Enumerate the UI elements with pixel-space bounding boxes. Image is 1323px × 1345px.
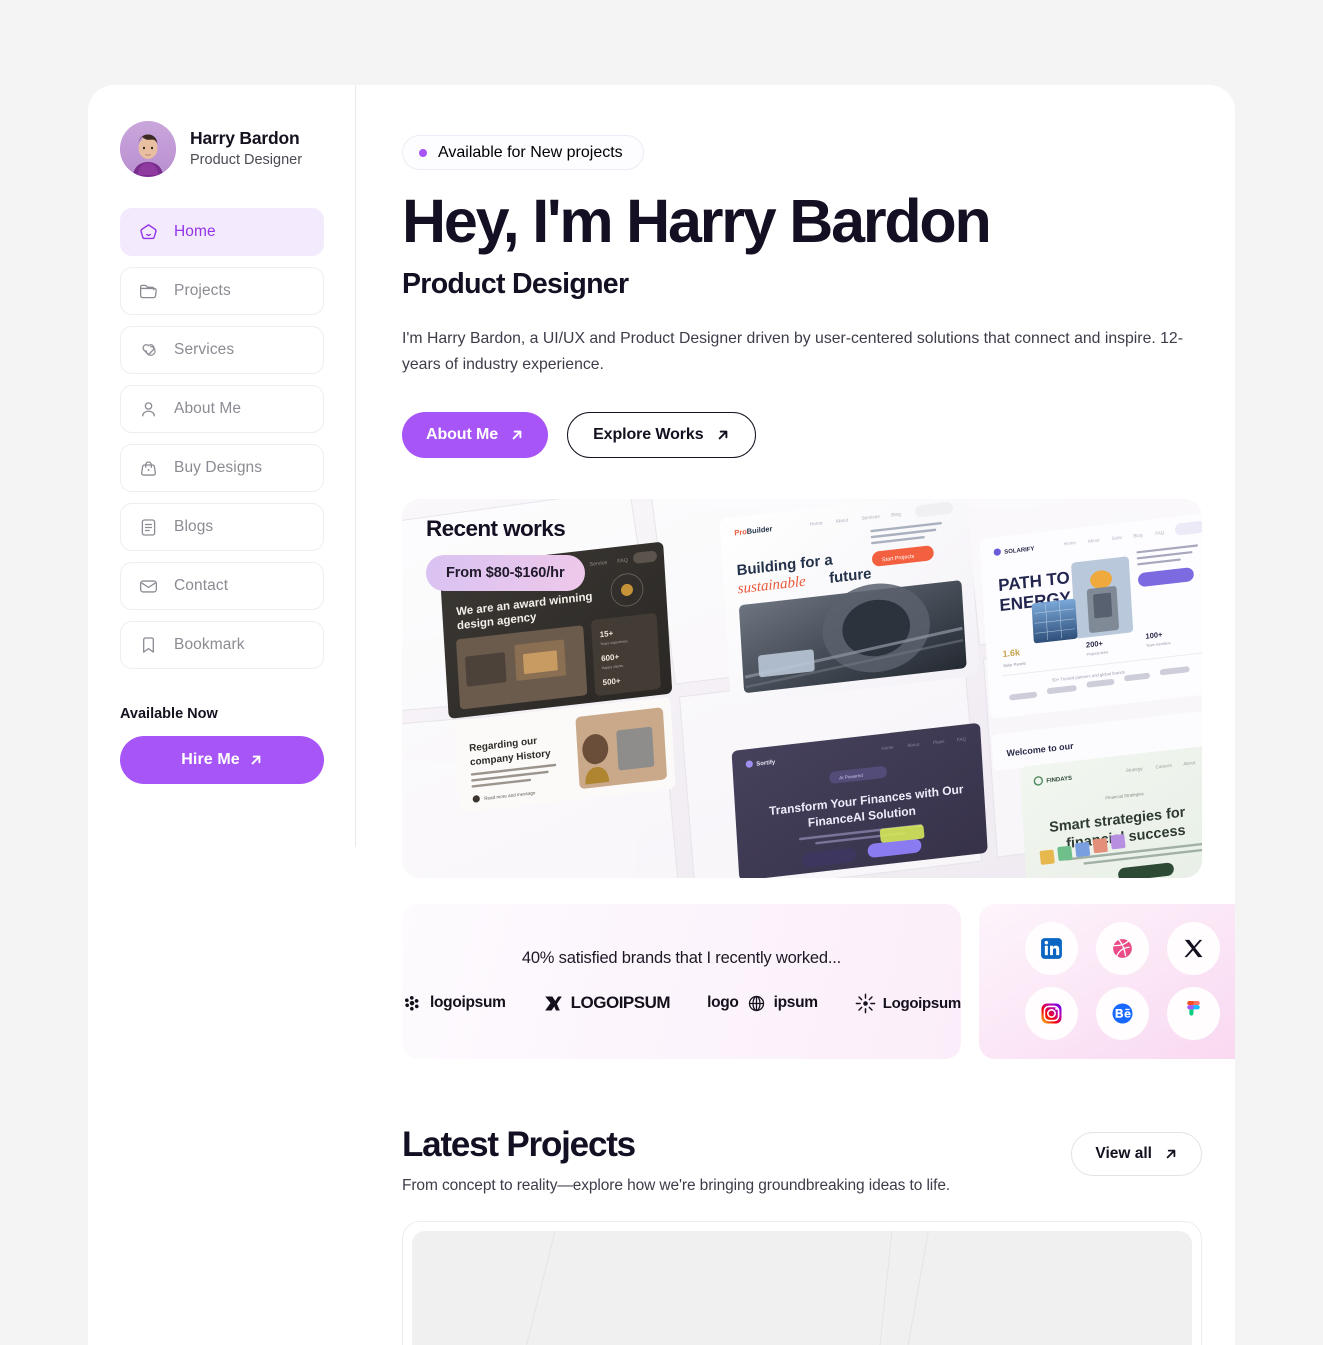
profile-name: Harry Bardon (190, 128, 300, 149)
project-card[interactable] (402, 1220, 1202, 1345)
sidebar-item-label: Buy Designs (174, 459, 263, 476)
hero-subtitle: Product Designer (402, 267, 629, 300)
socials-row-bottom (1025, 987, 1221, 1041)
recent-works-header: Recent works From $80-$160/hr (426, 516, 585, 591)
bookmark-icon (138, 635, 159, 656)
sidebar-item-services[interactable]: Services (120, 326, 324, 374)
dribbble-icon (1110, 936, 1135, 961)
brands-heading: 40% satisfied brands that I recently wor… (521, 948, 841, 967)
brand-logo: LOGOIPSUM (543, 993, 671, 1014)
brand-logo: logo ipsum (707, 993, 818, 1014)
view-all-label: View all (1095, 1144, 1152, 1162)
recent-works-title: Recent works (426, 515, 566, 541)
x-twitter-icon (1182, 937, 1205, 960)
brands-logos: logoipsum LOGOIPSUM logo ipsum Logoipsum (402, 993, 961, 1014)
svg-text:15+: 15+ (599, 629, 613, 640)
profile-role: Product Designer (190, 151, 303, 168)
sidebar-item-contact[interactable]: Contact (120, 562, 324, 610)
dots-cluster-icon (402, 993, 423, 1014)
hero-actions: About Me Explore Works (402, 411, 1202, 458)
hire-me-button[interactable]: Hire Me (120, 736, 324, 784)
sidebar-item-home[interactable]: Home (120, 208, 324, 256)
brands-socials-row: 40% satisfied brands that I recently wor… (402, 903, 1235, 1059)
brand-name-logo: logo (707, 994, 739, 1012)
latest-projects-subtitle: From concept to reality—explore how we'r… (402, 1176, 951, 1194)
socials-row-top (1025, 922, 1221, 976)
availability-badge: Available for New projects (402, 135, 644, 170)
sunburst-icon (855, 993, 876, 1014)
hire-me-label: Hire Me (181, 751, 240, 768)
document-icon (138, 517, 159, 538)
hero-paragraph: I'm Harry Bardon, a UI/UX and Product De… (402, 329, 1183, 374)
brand-logo: logoipsum (402, 993, 506, 1014)
envelope-icon (138, 576, 159, 597)
person-icon (138, 399, 159, 420)
available-now-label: Available Now (120, 706, 218, 722)
about-me-button[interactable]: About Me (402, 411, 549, 458)
availability-block: Available Now Hire Me (88, 680, 356, 784)
sidebar-item-label: Contact (174, 577, 229, 594)
recent-works-card[interactable]: Visency TopAboutServiceFAQ We are an awa… (402, 498, 1202, 878)
sidebar: Harry Bardon Product Designer Home Proje… (88, 85, 356, 1345)
brand-name: logoipsum (430, 994, 506, 1012)
behance-icon (1110, 1001, 1135, 1026)
linkedin-button[interactable] (1025, 922, 1079, 976)
sidebar-item-blogs[interactable]: Blogs (120, 503, 324, 551)
svg-text:Blog: Blog (891, 511, 901, 518)
sidebar-item-label: Projects (174, 282, 231, 299)
brands-card: 40% satisfied brands that I recently wor… (402, 903, 961, 1059)
sidebar-item-projects[interactable]: Projects (120, 267, 324, 315)
sidebar-item-label: Blogs (174, 518, 214, 535)
project-card-preview (412, 1230, 1192, 1345)
globe-icon (746, 993, 767, 1014)
brand-name-ipsum: ipsum (773, 994, 818, 1012)
sidebar-item-label: Home (174, 223, 216, 240)
sidebar-item-label: Bookmark (174, 636, 245, 653)
figma-button[interactable] (1167, 987, 1221, 1041)
view-all-button[interactable]: View all (1071, 1131, 1202, 1176)
latest-projects-title: Latest Projects (402, 1124, 636, 1164)
arrow-up-right-icon (249, 753, 263, 767)
sidebar-item-buy-designs[interactable]: Buy Designs (120, 444, 324, 492)
profile-block: Harry Bardon Product Designer (88, 121, 356, 177)
about-me-label: About Me (426, 425, 499, 443)
price-pill: From $80-$160/hr (426, 554, 585, 591)
latest-projects-section: Latest Projects From concept to reality—… (402, 1125, 1202, 1345)
explore-works-button[interactable]: Explore Works (567, 411, 756, 458)
behance-button[interactable] (1096, 987, 1150, 1041)
sidebar-item-bookmark[interactable]: Bookmark (120, 621, 324, 669)
sidebar-item-label: Services (174, 341, 235, 358)
x-twitter-button[interactable] (1167, 922, 1221, 976)
sidebar-item-label: About Me (174, 400, 242, 417)
availability-text: Available for New projects (438, 143, 623, 161)
figma-icon (1185, 1001, 1202, 1026)
bag-icon (138, 458, 159, 479)
latest-projects-header: Latest Projects From concept to reality—… (402, 1125, 1202, 1195)
heart-shapes-icon (138, 340, 159, 361)
arrow-up-right-icon (716, 428, 730, 442)
instagram-button[interactable] (1025, 987, 1079, 1041)
arrow-up-right-icon (1164, 1147, 1178, 1161)
dribbble-button[interactable] (1096, 922, 1150, 976)
svg-text:FAQ: FAQ (617, 558, 628, 565)
avatar (120, 121, 176, 177)
brand-name: LOGOIPSUM (570, 993, 671, 1013)
status-dot-icon (419, 148, 427, 157)
page-title: Hey, I'm Harry Bardon (402, 187, 992, 255)
main-content: Available for New projects Hey, I'm Harr… (356, 85, 1235, 1345)
linkedin-icon (1039, 936, 1064, 961)
home-icon (138, 222, 159, 243)
sidebar-nav: Home Projects Services About Me Buy Desi… (88, 208, 356, 669)
brand-logo: Logoipsum (855, 993, 961, 1014)
sidebar-item-about-me[interactable]: About Me (120, 385, 324, 433)
app-window: Harry Bardon Product Designer Home Proje… (88, 85, 1235, 1345)
brand-name: Logoipsum (882, 994, 961, 1012)
instagram-icon (1039, 1001, 1064, 1026)
bold-arrow-icon (543, 993, 564, 1014)
explore-works-label: Explore Works (593, 425, 704, 443)
folder-icon (138, 281, 159, 302)
arrow-up-right-icon (510, 428, 524, 442)
svg-text:1.6k: 1.6k (1002, 647, 1021, 659)
socials-card (978, 903, 1235, 1059)
